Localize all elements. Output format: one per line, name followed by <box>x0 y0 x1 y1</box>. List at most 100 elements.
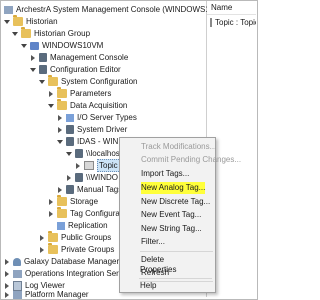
tree-item-data-acquisition[interactable]: Data Acquisition <box>48 99 128 111</box>
menu-new-analog-tag[interactable]: New Analog Tag... <box>141 182 206 194</box>
expand-chevron-icon[interactable] <box>75 160 83 171</box>
expand-chevron-icon[interactable] <box>48 196 56 207</box>
system-driver-icon <box>66 125 74 134</box>
replication-icon <box>57 221 65 230</box>
menu-separator <box>139 278 212 279</box>
tree-label-tag-configuration: Tag Configurati <box>70 209 124 218</box>
menu-new-event-tag[interactable]: New Event Tag... <box>141 209 201 221</box>
tree-label-storage: Storage <box>70 197 99 206</box>
menu-help[interactable]: Help <box>140 280 156 292</box>
expand-chevron-icon[interactable] <box>57 136 65 147</box>
tree-item-system-driver[interactable]: System Driver <box>57 124 127 135</box>
column-header-name[interactable]: Name <box>207 1 256 15</box>
folder-icon <box>57 99 67 110</box>
tree-label-node: WINDOWS10VM <box>42 41 104 50</box>
tree-item-parameters[interactable]: Parameters <box>48 87 112 99</box>
tree-item-system-configuration[interactable]: System Configuration <box>39 75 138 87</box>
tree-label-system-configuration: System Configuration <box>61 77 138 86</box>
tree-label-parameters: Parameters <box>70 89 112 98</box>
folder-icon <box>57 207 67 218</box>
expand-chevron-icon[interactable] <box>66 172 74 183</box>
expand-chevron-icon[interactable] <box>57 184 65 195</box>
tree-item-public-groups[interactable]: Public Groups <box>39 231 112 243</box>
configuration-editor-icon <box>39 65 47 74</box>
menu-new-discrete-tag[interactable]: New Discrete Tag... <box>141 196 210 208</box>
io-server-icon <box>75 149 83 158</box>
tree-item-root[interactable]: ArchestrA System Management Console (WIN… <box>3 4 229 15</box>
details-item-label: Topic : Topic1 <box>215 18 256 27</box>
expand-chevron-icon[interactable] <box>39 76 47 87</box>
folder-icon <box>21 27 31 38</box>
tree-item-configuration-editor[interactable]: Configuration Editor <box>30 64 121 75</box>
expand-chevron-icon[interactable] <box>48 208 56 219</box>
tree-label-io-server-types: I/O Server Types <box>77 113 137 122</box>
database-icon <box>13 257 21 266</box>
tree-item-platform-manager[interactable]: Platform Manager <box>4 289 89 300</box>
folder-icon <box>13 15 23 26</box>
expand-chevron-icon[interactable] <box>57 112 65 123</box>
expand-chevron-icon[interactable] <box>66 148 74 159</box>
manual-tags-icon <box>66 185 74 194</box>
expand-chevron-icon[interactable] <box>4 268 12 279</box>
tree-label-historian: Historian <box>26 17 58 26</box>
expand-chevron-icon[interactable] <box>48 88 56 99</box>
tree-label-manual-tags: Manual Tags <box>77 185 123 194</box>
expand-chevron-icon[interactable] <box>30 52 38 63</box>
folder-icon <box>48 243 58 254</box>
details-list-item[interactable]: Topic : Topic1 <box>209 17 256 28</box>
tree-label-system-driver: System Driver <box>77 125 128 134</box>
io-server-types-icon <box>66 113 74 122</box>
expand-chevron-icon[interactable] <box>12 28 20 39</box>
tree-item-windo[interactable]: \\WINDO <box>66 172 118 183</box>
tree-label-public-groups: Public Groups <box>61 233 112 242</box>
menu-new-string-tag[interactable]: New String Tag... <box>141 223 202 235</box>
expand-chevron-icon[interactable] <box>39 232 47 243</box>
expand-chevron-icon[interactable] <box>4 16 12 27</box>
tree-label-configuration-editor: Configuration Editor <box>50 65 121 74</box>
folder-icon <box>57 195 67 206</box>
expand-chevron-icon[interactable] <box>39 244 47 255</box>
idas-icon <box>66 137 74 146</box>
tree-item-storage[interactable]: Storage <box>48 195 99 207</box>
menu-commit-pending-changes[interactable]: Commit Pending Changes... <box>141 154 241 166</box>
platform-manager-icon <box>13 290 22 299</box>
folder-icon <box>48 75 58 86</box>
menu-separator <box>140 251 213 252</box>
tree-label-platform-manager: Platform Manager <box>25 290 89 299</box>
tree-item-management-console[interactable]: Management Console <box>30 52 128 63</box>
expand-chevron-icon[interactable] <box>4 289 12 300</box>
topic-icon <box>210 18 212 27</box>
management-console-icon <box>39 53 47 62</box>
tree-label-galaxy-db-manager: Galaxy Database Manager <box>24 257 120 266</box>
tree-item-replication[interactable]: Replication <box>48 220 108 231</box>
tree-item-io-server-types[interactable]: I/O Server Types <box>57 112 137 123</box>
tree-item-node[interactable]: WINDOWS10VM <box>21 40 103 51</box>
tree-item-historian-group[interactable]: Historian Group <box>12 27 91 39</box>
tree-item-tag-configuration[interactable]: Tag Configurati <box>48 207 124 219</box>
tree-item-historian[interactable]: Historian <box>4 15 58 27</box>
expand-chevron-icon[interactable] <box>48 100 56 111</box>
tree-label-management-console: Management Console <box>50 53 129 62</box>
folder-icon <box>57 87 67 98</box>
menu-track-modifications[interactable]: Track Modifications... <box>141 141 216 153</box>
computer-node-icon <box>30 41 39 50</box>
expand-chevron-icon[interactable] <box>30 64 38 75</box>
expand-chevron-icon[interactable] <box>21 40 29 51</box>
tree-label-data-acquisition: Data Acquisition <box>70 101 128 110</box>
tree-label-historian-group: Historian Group <box>34 29 91 38</box>
menu-filter[interactable]: Filter... <box>141 236 165 248</box>
expand-chevron-icon[interactable] <box>57 124 65 135</box>
menu-import-tags[interactable]: Import Tags... <box>141 168 189 180</box>
tree-label-private-groups: Private Groups <box>61 245 115 254</box>
topic-icon <box>84 161 94 170</box>
ois-manager-icon <box>13 269 22 278</box>
tree-label-replication: Replication <box>68 221 108 230</box>
folder-icon <box>48 231 58 242</box>
tree-item-private-groups[interactable]: Private Groups <box>39 243 115 255</box>
tree-item-galaxy-db-manager[interactable]: Galaxy Database Manager <box>4 256 119 267</box>
menu-properties[interactable]: Properties <box>140 264 176 276</box>
smc-icon <box>4 5 13 14</box>
tree-label-root: ArchestrA System Management Console (WIN… <box>16 5 229 14</box>
expand-chevron-icon[interactable] <box>4 256 12 267</box>
tree-item-manual-tags[interactable]: Manual Tags <box>57 184 122 195</box>
